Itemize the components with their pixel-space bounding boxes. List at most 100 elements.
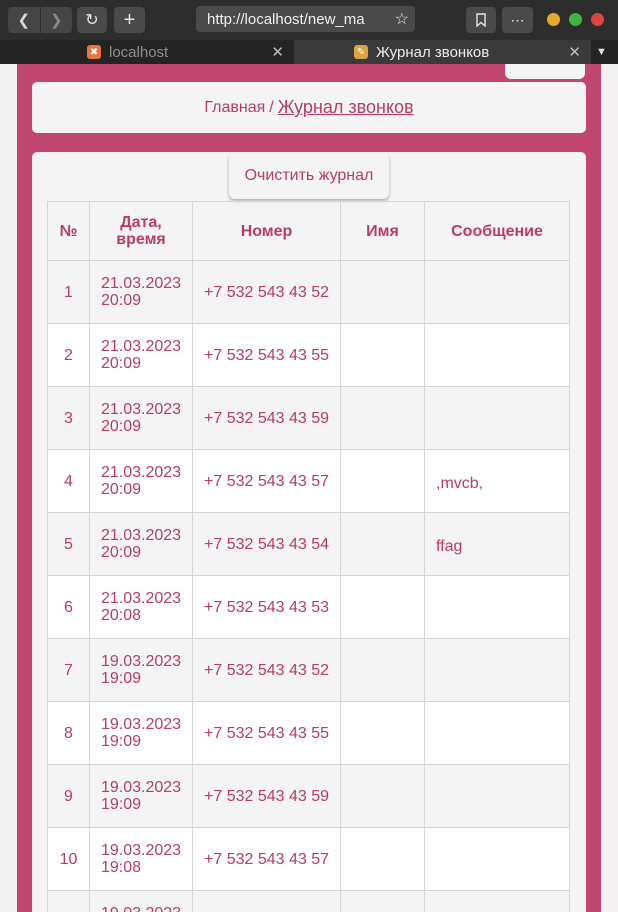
- bookmarks-icon[interactable]: [466, 7, 496, 33]
- cell-num: 9: [47, 764, 90, 828]
- cell-phone: +7 532 543 43 53: [192, 575, 341, 639]
- cell-name: [340, 386, 425, 450]
- xampp-favicon-icon: ✖: [87, 45, 101, 59]
- cell-message: [424, 827, 570, 891]
- cell-phone: +7 532 543 43 54: [192, 512, 341, 576]
- header-stub: [505, 64, 585, 79]
- cell-num: 11: [47, 890, 90, 912]
- close-dot[interactable]: [591, 13, 604, 26]
- table-row: 1119.03.202319:08+7 532 543 43 54hfdshre…: [47, 890, 570, 912]
- cell-num: 6: [47, 575, 90, 639]
- tab-call-log[interactable]: ✎ Журнал звонков ✕: [294, 40, 591, 64]
- call-log-table: № Дата, время Номер Имя Сообщение 1 21.03…: [47, 201, 570, 912]
- cell-date: 21.03.2023: [101, 527, 182, 544]
- cell-name: [340, 260, 425, 324]
- breadcrumb-separator: /: [269, 98, 274, 116]
- table-row: 6 21.03.2023 20:08 +7 532 543 43 53: [47, 575, 570, 639]
- cell-name: [340, 827, 425, 891]
- minimize-dot[interactable]: [547, 13, 560, 26]
- maximize-dot[interactable]: [569, 13, 582, 26]
- table-row: 2 21.03.2023 20:09 +7 532 543 43 55: [47, 323, 570, 387]
- new-tab-icon[interactable]: +: [114, 7, 145, 33]
- cell-phone: +7 532 543 43 55: [192, 701, 341, 765]
- header-phone: Номер: [192, 201, 341, 261]
- table-row: 1 21.03.2023 20:09 +7 532 543 43 52: [47, 260, 570, 324]
- cell-message: [424, 260, 570, 324]
- cell-datetime: 19.03.2023 19:09: [89, 701, 193, 765]
- cell-time: 19:08: [101, 859, 142, 876]
- cell-datetime: 19.03.2023 19:09: [89, 764, 193, 828]
- breadcrumb: Главная / Журнал звонков: [32, 82, 586, 133]
- cell-phone: +7 532 543 43 54: [192, 890, 341, 912]
- cell-date: 19.03.2023: [101, 779, 182, 796]
- cell-datetime: 19.03.202319:08: [89, 827, 193, 891]
- cell-name: [340, 512, 425, 576]
- cell-message: [424, 701, 570, 765]
- cell-date: 21.03.2023: [101, 401, 182, 418]
- menu-dots-icon[interactable]: ⋯: [502, 7, 533, 33]
- header-num: №: [47, 201, 90, 261]
- cell-message: [424, 386, 570, 450]
- table-row: 3 21.03.2023 20:09 +7 532 543 43 59: [47, 386, 570, 450]
- cell-time: 20:09: [101, 481, 142, 498]
- cell-message: [424, 323, 570, 387]
- cell-datetime: 21.03.2023 20:09: [89, 449, 193, 513]
- cell-phone: +7 532 543 43 57: [192, 827, 341, 891]
- cell-name: hfdshres: [340, 890, 425, 912]
- cell-time: 20:09: [101, 292, 142, 309]
- cell-num: 1: [47, 260, 90, 324]
- cell-name: [340, 323, 425, 387]
- bookmark-star-icon[interactable]: ☆: [390, 9, 409, 29]
- cell-time: 20:09: [101, 355, 142, 372]
- cell-datetime: 19.03.202319:08: [89, 890, 193, 912]
- header-message: Сообщение: [424, 201, 570, 261]
- tab-close-icon[interactable]: ✕: [568, 43, 581, 61]
- content-frame: Главная / Журнал звонков Очистить журнал…: [17, 64, 601, 912]
- cell-name: [340, 764, 425, 828]
- cell-num: 3: [47, 386, 90, 450]
- cell-datetime: 21.03.2023 20:09: [89, 512, 193, 576]
- address-bar[interactable]: http://localhost/new_ma ☆: [196, 6, 415, 32]
- cell-message: [424, 638, 570, 702]
- page-favicon-icon: ✎: [354, 45, 368, 59]
- breadcrumb-current[interactable]: Журнал звонков: [278, 97, 414, 118]
- cell-num: 8: [47, 701, 90, 765]
- breadcrumb-home[interactable]: Главная: [204, 99, 265, 117]
- cell-datetime: 21.03.2023 20:09: [89, 386, 193, 450]
- cell-message: [424, 764, 570, 828]
- cell-name: [340, 638, 425, 702]
- cell-date: 19.03.2023: [101, 905, 192, 912]
- clear-log-button[interactable]: Очистить журнал: [229, 152, 389, 199]
- cell-date: 21.03.2023: [101, 275, 182, 292]
- table-body: 1 21.03.2023 20:09 +7 532 543 43 52 2 21.03.2…: [47, 260, 570, 912]
- cell-datetime: 19.03.2023 19:09: [89, 638, 193, 702]
- table-row: 4 21.03.2023 20:09 +7 532 543 43 57 ,mvcb,: [47, 449, 570, 513]
- cell-phone: +7 532 543 43 55: [192, 323, 341, 387]
- cell-num: 2: [47, 323, 90, 387]
- cell-message: ffag: [424, 512, 570, 576]
- tab-bar: ✖ localhost ✕ ✎ Журнал звонков ✕ ▼: [0, 40, 618, 64]
- cell-phone: +7 532 543 43 59: [192, 386, 341, 450]
- table-row: 5 21.03.2023 20:09 +7 532 543 43 54 ffag: [47, 512, 570, 576]
- call-log-card: Очистить журнал № Дата, время Номер Имя: [32, 152, 586, 912]
- nav-history-group: ❮ ❯: [8, 7, 72, 33]
- cell-message: [424, 575, 570, 639]
- cell-date: 21.03.2023: [101, 590, 182, 607]
- cell-phone: +7 532 543 43 57: [192, 449, 341, 513]
- table-row: 9 19.03.2023 19:09 +7 532 543 43 59: [47, 764, 570, 828]
- cell-datetime: 21.03.2023 20:09: [89, 323, 193, 387]
- tab-localhost[interactable]: ✖ localhost ✕: [87, 40, 294, 64]
- back-icon[interactable]: ❮: [8, 7, 40, 33]
- cell-name: [340, 701, 425, 765]
- forward-icon[interactable]: ❯: [39, 7, 73, 33]
- tab-close-icon[interactable]: ✕: [271, 43, 284, 61]
- reload-icon[interactable]: ↻: [77, 7, 107, 33]
- cell-num: 5: [47, 512, 90, 576]
- tab-title: Журнал звонков: [376, 43, 490, 61]
- cell-datetime: 21.03.2023 20:09: [89, 260, 193, 324]
- tab-list-icon[interactable]: ▼: [596, 46, 607, 58]
- header-name: Имя: [340, 201, 425, 261]
- table-row: 7 19.03.2023 19:09 +7 532 543 43 52: [47, 638, 570, 702]
- url-text: http://localhost/new_ma: [207, 10, 365, 28]
- cell-num: 10: [47, 827, 90, 891]
